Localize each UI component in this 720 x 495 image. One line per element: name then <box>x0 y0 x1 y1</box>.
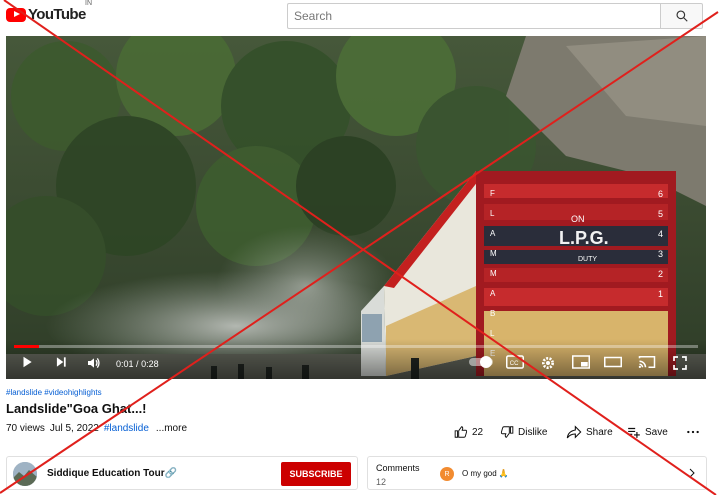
search-box[interactable] <box>287 3 661 29</box>
channel-name[interactable]: Siddique Education Tour🔗 <box>47 468 177 479</box>
truck-side-number: 1 <box>658 289 663 299</box>
truck-side-letter: L <box>490 329 495 338</box>
theater-icon <box>604 356 622 368</box>
player-controls: 0:01 / 0:28 CC <box>6 339 706 379</box>
truck-on-text: ON <box>571 214 585 224</box>
video-frame: ON L.P.G. DUTY FLAMMABLE 654321 <box>6 36 706 379</box>
play-button[interactable] <box>20 355 34 369</box>
upload-date: Jul 5, 2022 <box>49 423 99 434</box>
avatar-image <box>13 462 37 486</box>
comments-teaser[interactable]: Comments 12 R O my god 🙏 <box>367 456 707 490</box>
video-title: Landslide"Goa Ghat...! <box>6 401 147 416</box>
skip-next-icon <box>56 357 66 367</box>
subtitles-button[interactable]: CC <box>506 355 524 369</box>
next-button[interactable] <box>54 355 68 369</box>
fullscreen-button[interactable] <box>672 355 688 371</box>
cast-button[interactable] <box>638 355 656 369</box>
truck-side-number: 4 <box>658 229 663 239</box>
theater-mode-button[interactable] <box>604 355 622 369</box>
youtube-play-icon <box>6 7 26 22</box>
truck-side-letter: L <box>490 209 495 218</box>
dislike-button[interactable]: Dislike <box>500 425 547 439</box>
svg-text:CC: CC <box>510 361 519 367</box>
search-button[interactable] <box>660 3 703 29</box>
fullscreen-icon <box>673 356 687 370</box>
autoplay-icon <box>469 356 493 368</box>
truck-side-letter: M <box>490 269 497 278</box>
video-player[interactable]: ON L.P.G. DUTY FLAMMABLE 654321 0:01 / <box>6 36 706 379</box>
commenter-avatar: R <box>440 467 454 481</box>
duration: 0:28 <box>141 359 159 369</box>
save-button[interactable]: Save <box>627 425 668 439</box>
masthead: YouTube IN <box>0 0 720 32</box>
comments-label: Comments <box>376 463 420 473</box>
current-time: 0:01 <box>116 359 134 369</box>
more-actions-button[interactable] <box>686 425 704 439</box>
time-display: 0:01 / 0:28 <box>116 359 159 369</box>
subtitles-icon: CC <box>506 355 524 369</box>
truck-side-number: 2 <box>658 269 663 279</box>
youtube-logo[interactable]: YouTube <box>6 6 86 23</box>
volume-icon <box>88 357 100 369</box>
progress-played <box>14 345 39 348</box>
thumbs-down-icon <box>500 426 514 438</box>
show-more-link[interactable]: ...more <box>156 423 187 434</box>
truck-side-letter: F <box>490 189 495 198</box>
truck-side-letter: A <box>490 289 496 298</box>
truck-side-letter: B <box>490 309 495 318</box>
progress-bar[interactable] <box>14 345 698 348</box>
like-count: 22 <box>472 426 484 438</box>
view-count: 70 views <box>6 423 45 434</box>
search-input[interactable] <box>288 4 661 28</box>
logo-text: YouTube <box>28 6 86 23</box>
thumbs-up-icon <box>454 426 468 438</box>
playlist-add-icon <box>628 427 640 438</box>
like-button[interactable]: 22 <box>454 425 483 439</box>
truck-duty-text: DUTY <box>578 256 597 263</box>
save-label: Save <box>645 426 668 438</box>
miniplayer-icon <box>572 355 590 369</box>
gear-icon <box>542 357 554 369</box>
autoplay-toggle[interactable] <box>468 355 494 369</box>
video-metadata: 70 views Jul 5, 2022 #landslide ...more <box>6 423 187 434</box>
share-icon <box>566 425 582 439</box>
subscribe-button[interactable]: SUBSCRIBE <box>281 462 351 486</box>
comment-preview: O my god 🙏 <box>462 469 509 478</box>
truck-side-number: 3 <box>658 249 663 259</box>
truck-lpg-text: L.P.G. <box>559 228 609 248</box>
channel-info: Siddique Education Tour🔗 SUBSCRIBE <box>6 456 358 490</box>
truck-side-letter: A <box>490 229 496 238</box>
comments-count: 12 <box>376 477 387 487</box>
truck-side-letter: M <box>490 249 497 258</box>
play-icon <box>23 356 32 368</box>
volume-button[interactable] <box>86 355 102 371</box>
country-code: IN <box>85 0 92 7</box>
chevron-right-icon <box>689 468 695 478</box>
more-horizontal-icon <box>687 430 699 434</box>
settings-button[interactable] <box>540 355 556 371</box>
truck-side-number: 6 <box>658 189 663 199</box>
dislike-label: Dislike <box>518 426 548 438</box>
search-icon <box>675 10 688 22</box>
inline-hashtag[interactable]: #landslide <box>104 423 149 434</box>
truck-side-number: 5 <box>658 209 663 219</box>
channel-avatar[interactable] <box>13 462 37 486</box>
miniplayer-button[interactable] <box>572 355 590 369</box>
share-label: Share <box>586 426 613 438</box>
share-button[interactable]: Share <box>566 425 613 439</box>
hashtag-links[interactable]: #landslide #videohighlights <box>6 388 102 397</box>
cast-icon <box>638 356 656 368</box>
